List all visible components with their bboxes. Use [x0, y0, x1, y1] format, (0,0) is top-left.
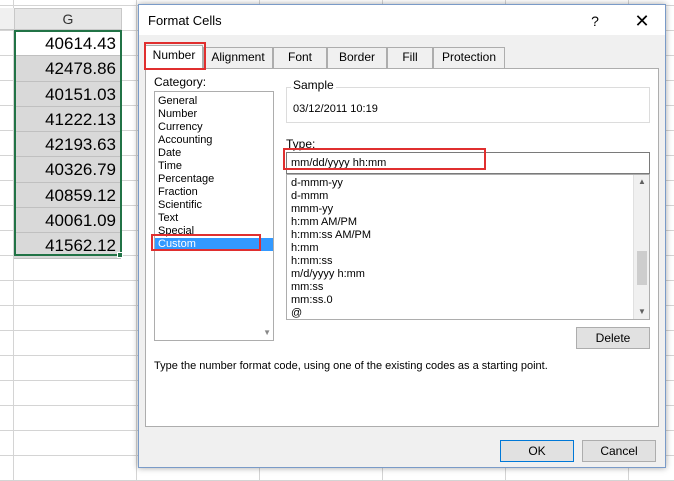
sample-value: 03/12/2011 10:19: [293, 103, 378, 115]
cell[interactable]: 42193.63: [14, 132, 121, 158]
tab-number[interactable]: Number: [145, 45, 203, 69]
sample-group: Sample 03/12/2011 10:19: [286, 78, 650, 123]
category-item-custom[interactable]: Custom: [155, 238, 273, 251]
tab-alignment[interactable]: Alignment: [203, 47, 273, 68]
category-item[interactable]: Accounting: [155, 134, 273, 147]
category-item[interactable]: Percentage: [155, 173, 273, 186]
cell[interactable]: 40614.43: [14, 31, 121, 57]
format-item[interactable]: mm:ss: [287, 281, 649, 294]
cancel-button[interactable]: Cancel: [582, 440, 656, 462]
dialog-title: Format Cells: [148, 13, 222, 28]
tab-border[interactable]: Border: [327, 47, 387, 68]
ok-button[interactable]: OK: [500, 440, 574, 462]
format-item[interactable]: d-mmm: [287, 190, 649, 203]
row-header-corner: [0, 8, 14, 30]
type-input[interactable]: mm/dd/yyyy hh:mm: [286, 152, 650, 174]
column-header-g[interactable]: G: [14, 8, 122, 30]
cell[interactable]: 41562.12: [14, 233, 121, 259]
selected-cell-range[interactable]: 40614.43 42478.86 40151.03 41222.13 4219…: [14, 31, 121, 259]
format-cells-dialog: Format Cells ? ✕ Number Alignment Font B…: [138, 4, 666, 468]
format-item[interactable]: m/d/yyyy h:mm: [287, 268, 649, 281]
format-item[interactable]: mmm-yy: [287, 203, 649, 216]
format-item[interactable]: h:mm:ss: [287, 255, 649, 268]
help-icon[interactable]: ?: [585, 11, 605, 31]
category-item[interactable]: Number: [155, 108, 273, 121]
format-code-list[interactable]: d-mmm-yy d-mmm mmm-yy h:mm AM/PM h:mm:ss…: [286, 174, 650, 320]
cell[interactable]: 40859.12: [14, 182, 121, 209]
category-item[interactable]: Scientific: [155, 199, 273, 212]
scroll-down-icon[interactable]: ▼: [263, 328, 271, 337]
format-item[interactable]: h:mm: [287, 242, 649, 255]
tab-protection[interactable]: Protection: [433, 47, 505, 68]
category-list[interactable]: General Number Currency Accounting Date …: [154, 91, 274, 341]
sample-label: Sample: [291, 78, 336, 92]
type-label: Type:: [286, 137, 316, 151]
scroll-up-icon[interactable]: ▲: [634, 175, 649, 189]
cell[interactable]: 41222.13: [14, 106, 121, 133]
cell[interactable]: 40151.03: [14, 81, 121, 107]
category-item[interactable]: Time: [155, 160, 273, 173]
delete-button[interactable]: Delete: [576, 327, 650, 349]
category-item[interactable]: Fraction: [155, 186, 273, 199]
format-list-scrollbar[interactable]: ▲ ▼: [633, 175, 649, 319]
format-item[interactable]: @: [287, 307, 649, 319]
format-item[interactable]: d-mmm-yy: [287, 177, 649, 190]
tab-font[interactable]: Font: [273, 47, 327, 68]
category-item[interactable]: Special: [155, 225, 273, 238]
cell[interactable]: 40326.79: [14, 157, 121, 183]
dialog-titlebar[interactable]: Format Cells ? ✕: [139, 5, 665, 35]
screenshot-stage: G 40614.43 42478.86 40151.03 41222.13 42…: [0, 0, 674, 481]
category-item[interactable]: General: [155, 95, 273, 108]
description-text: Type the number format code, using one o…: [154, 360, 548, 372]
scrollbar-thumb[interactable]: [637, 251, 647, 285]
tab-fill[interactable]: Fill: [387, 47, 433, 68]
category-item[interactable]: Currency: [155, 121, 273, 134]
number-tab-panel: Category: General Number Currency Accoun…: [145, 68, 659, 427]
category-item[interactable]: Date: [155, 147, 273, 160]
category-label: Category:: [154, 75, 207, 89]
scroll-down-icon[interactable]: ▼: [634, 305, 649, 319]
cell[interactable]: 40061.09: [14, 208, 121, 234]
close-icon[interactable]: ✕: [631, 10, 653, 32]
category-item[interactable]: Text: [155, 212, 273, 225]
format-item[interactable]: h:mm AM/PM: [287, 216, 649, 229]
cell[interactable]: 42478.86: [14, 56, 121, 82]
fill-handle[interactable]: [117, 252, 123, 258]
format-item[interactable]: mm:ss.0: [287, 294, 649, 307]
format-item[interactable]: h:mm:ss AM/PM: [287, 229, 649, 242]
